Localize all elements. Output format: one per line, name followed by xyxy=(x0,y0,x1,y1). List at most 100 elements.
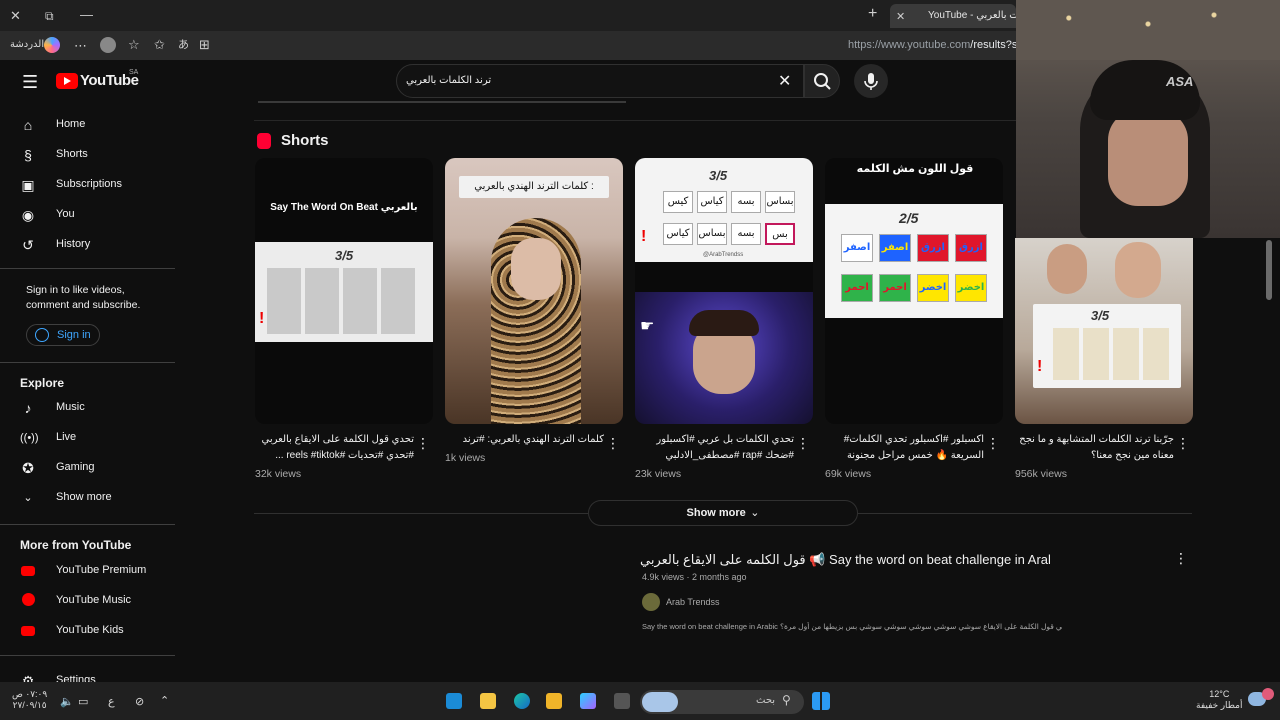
sidebar-item-live[interactable]: ((•)) Live xyxy=(12,423,172,453)
task-view-icon[interactable] xyxy=(614,693,630,709)
score-label: 3/5 xyxy=(335,248,354,263)
close-tab-icon[interactable]: ✕ xyxy=(896,9,905,25)
short-thumbnail[interactable]: قول اللون مش الكلمه 2/5 اصفر اصفر ازرق ا… xyxy=(825,158,1003,424)
clock[interactable]: ٠٧:٠٩ ص ٢٧/٠٩/١٥ xyxy=(12,689,47,711)
you-icon: ◉ xyxy=(21,207,35,223)
short-thumbnail[interactable]: Say The Word On Beat بالعربي 3/5 ! xyxy=(255,158,433,424)
close-window-icon[interactable]: ✕ xyxy=(10,8,21,24)
copilot-icon[interactable] xyxy=(44,37,60,53)
short-title[interactable]: كلمات الترند الهندي بالعربي: #ترند xyxy=(444,432,604,450)
short-title[interactable]: اكسبلور #اكسبلور تحدي الكلمات# السريعة 🔥… xyxy=(824,432,984,466)
youtube-premium-icon xyxy=(20,563,36,579)
channel-name[interactable]: Arab Trendss xyxy=(666,597,720,607)
restore-window-icon[interactable]: ⧉ xyxy=(45,8,54,24)
shorts-logo-icon xyxy=(257,133,271,149)
sidebar-item-settings[interactable]: ⚙ Settings xyxy=(12,666,172,682)
sidebar-item-show-more[interactable]: ⌄ Show more xyxy=(12,483,172,513)
clear-search-icon[interactable]: ✕ xyxy=(778,71,791,91)
face-image xyxy=(511,238,561,300)
sidebar-item-subscriptions[interactable]: ▣ Subscriptions xyxy=(12,170,172,200)
sidebar-item-history[interactable]: ↺ History xyxy=(12,230,172,260)
taskbar-search[interactable]: بحث ⚲ xyxy=(640,690,804,714)
sidebar-item-you[interactable]: ◉ You xyxy=(12,200,172,230)
signin-button[interactable]: Sign in xyxy=(26,324,100,346)
steam-icon[interactable] xyxy=(446,693,462,709)
short-thumbnail[interactable]: كلمات الترند الهندي بالعربي : xyxy=(445,158,623,424)
more-actions-icon[interactable]: ⋮ xyxy=(1176,435,1190,452)
sidebar-item-music[interactable]: ♪ Music xyxy=(12,393,172,423)
youtube-logo-icon[interactable] xyxy=(56,73,78,89)
short-thumbnail[interactable]: 3/5 كيس كياس بسه بساس كياس بساس بسه بس @… xyxy=(635,158,813,424)
browser-tab[interactable]: YouTube - ترند الكلمات بالعربي xyxy=(890,4,1016,28)
short-views: 956k views xyxy=(1015,468,1067,480)
score-label: 3/5 xyxy=(709,168,728,183)
face-image xyxy=(1047,244,1087,294)
person-image xyxy=(635,292,813,424)
sidebar-item-gaming[interactable]: ✪ Gaming xyxy=(12,453,172,483)
thumbnail-text: Say The Word On Beat بالعربي xyxy=(270,202,418,213)
explore-heading: Explore xyxy=(20,376,65,390)
app-available-icon[interactable]: ⊞ xyxy=(199,37,210,53)
shorts-icon: § xyxy=(24,147,32,163)
more-options-icon[interactable]: ⋯ xyxy=(74,38,87,54)
video-title[interactable]: قول الكلمه على الايقاع بالعربي 📢 Say the… xyxy=(640,552,1050,568)
channel-avatar[interactable] xyxy=(642,593,660,611)
short-title[interactable]: تحدي قول الكلمة على الايقاع بالعربي #تحد… xyxy=(254,432,414,466)
thumbnail-text: قول اللون مش الكلمه xyxy=(856,163,974,175)
color-word-grid-card: 2/5 اصفر اصفر ازرق ازرق احمر احمر اخضر ا… xyxy=(825,204,1003,318)
profile-avatar-icon[interactable] xyxy=(100,37,116,53)
sidebar-item-shorts[interactable]: § Shorts xyxy=(12,140,172,170)
score-label: 2/5 xyxy=(899,210,919,226)
edge-icon[interactable] xyxy=(514,693,530,709)
url-field[interactable]: https://www.youtube.com/results?se xyxy=(848,39,1023,51)
sidebar-item-youtube-music[interactable]: YouTube Music xyxy=(12,586,172,616)
search-icon xyxy=(814,73,831,90)
start-icon[interactable] xyxy=(812,692,830,710)
bluetooth-off-icon[interactable]: ⊘ xyxy=(135,695,144,708)
short-title[interactable]: تحدي الكلمات بل عربي #اكسبلور #ضحك #rap … xyxy=(634,432,794,466)
face-image xyxy=(1115,242,1161,298)
previous-shelf-divider xyxy=(258,101,626,103)
divider-line xyxy=(858,513,1192,514)
weather-widget[interactable]: 12°C أمطار خفيفة xyxy=(1196,689,1243,711)
short-title[interactable]: جرّبنا ترند الكلمات المتشابهة و ما نجح م… xyxy=(1014,432,1174,466)
headset-logo-text: ASA xyxy=(1166,74,1194,89)
word-grid-card: 3/5 كيس كياس بسه بساس كياس بساس بسه بس @… xyxy=(635,158,813,262)
short-thumbnail[interactable]: 3/5 ! xyxy=(1015,238,1193,424)
more-actions-icon[interactable]: ⋮ xyxy=(986,435,1000,452)
more-actions-icon[interactable]: ⋮ xyxy=(606,435,620,452)
translate-icon[interactable]: あ xyxy=(178,37,189,53)
shelf-divider xyxy=(254,120,1016,121)
scrollbar-thumb[interactable] xyxy=(1266,240,1272,300)
sidebar-item-youtube-premium[interactable]: YouTube Premium xyxy=(12,556,172,586)
more-actions-icon[interactable]: ⋮ xyxy=(796,435,810,452)
search-button[interactable] xyxy=(804,64,840,98)
store-icon[interactable] xyxy=(480,693,496,709)
more-actions-icon[interactable]: ⋮ xyxy=(1174,550,1188,567)
new-tab-icon[interactable]: + xyxy=(868,6,877,22)
minimize-window-icon[interactable]: — xyxy=(80,7,93,23)
fairy-lights-image xyxy=(1016,0,1280,60)
copilot-app-icon[interactable] xyxy=(580,693,596,709)
input-language[interactable]: ع xyxy=(108,695,115,708)
sidebar-divider xyxy=(0,524,175,525)
streamer-face-image xyxy=(1108,110,1188,206)
menu-icon[interactable]: ☰ xyxy=(22,72,38,93)
sidebar-chat-label[interactable]: الدردشة xyxy=(10,39,44,50)
favorites-icon[interactable]: ☆ xyxy=(128,37,140,53)
word-grid-card: 3/5 ! xyxy=(1033,304,1181,388)
voice-search-button[interactable] xyxy=(854,64,888,98)
more-actions-icon[interactable]: ⋮ xyxy=(416,435,430,452)
sidebar-item-home[interactable]: ⌂ Home xyxy=(12,110,172,140)
network-icon[interactable]: ▭ xyxy=(78,695,88,708)
sidebar-item-youtube-kids[interactable]: YouTube Kids xyxy=(12,616,172,646)
search-highlight-image xyxy=(642,692,678,712)
scrollbar-track[interactable] xyxy=(1266,238,1272,678)
speaker-icon[interactable]: 🔈 xyxy=(60,695,74,708)
watermark: @ArabTrendss xyxy=(703,252,744,258)
file-explorer-icon[interactable] xyxy=(546,693,562,709)
show-more-button[interactable]: Show more ⌄ xyxy=(588,500,858,526)
show-hidden-icons-icon[interactable]: ⌃ xyxy=(160,694,169,707)
add-favorite-icon[interactable]: ✩ xyxy=(154,37,165,53)
exclamation-icon: ! xyxy=(1037,358,1043,375)
